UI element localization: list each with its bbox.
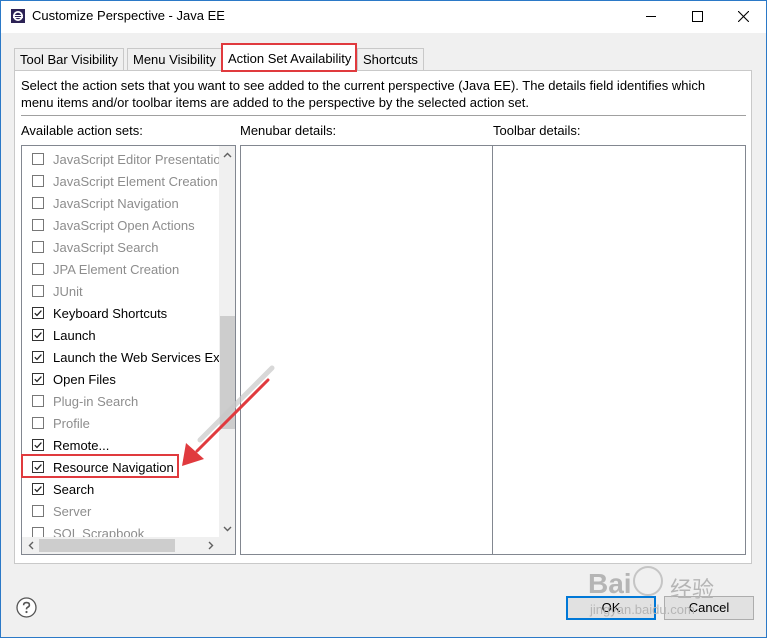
scroll-up-icon[interactable]: [219, 146, 235, 163]
action-set-label: JavaScript Navigation: [53, 195, 179, 211]
action-set-label: Plug-in Search: [53, 393, 139, 409]
action-set-item[interactable]: Plug-in Search: [22, 390, 219, 412]
scroll-right-icon[interactable]: [202, 537, 219, 554]
maximize-icon: [691, 11, 703, 22]
checkbox-unchecked-icon[interactable]: [32, 219, 44, 231]
description-line-2: menu items and/or toolbar items are adde…: [21, 95, 530, 110]
action-set-item[interactable]: Keyboard Shortcuts: [22, 302, 219, 324]
action-set-label: JavaScript Editor Presentation: [53, 151, 219, 167]
checkbox-unchecked-icon[interactable]: [32, 505, 44, 517]
action-set-label: Launch the Web Services Explorer: [53, 349, 219, 365]
minimize-icon: [645, 16, 656, 17]
close-button[interactable]: [720, 1, 766, 32]
checkbox-unchecked-icon[interactable]: [32, 263, 44, 275]
checkbox-unchecked-icon[interactable]: [32, 197, 44, 209]
separator: [21, 115, 746, 116]
minimize-button[interactable]: [628, 1, 674, 32]
action-set-item[interactable]: Remote...: [22, 434, 219, 456]
action-set-label: JavaScript Open Actions: [53, 217, 195, 233]
action-set-item[interactable]: JUnit: [22, 280, 219, 302]
action-set-item[interactable]: JavaScript Search: [22, 236, 219, 258]
eclipse-app-icon: [11, 9, 25, 23]
horizontal-scroll-thumb[interactable]: [39, 539, 175, 552]
action-set-item[interactable]: Resource Navigation: [22, 456, 219, 478]
vertical-scrollbar[interactable]: [219, 146, 235, 537]
window-title: Customize Perspective - Java EE: [32, 8, 225, 23]
description-text: Select the action sets that you want to …: [21, 77, 743, 111]
scroll-down-icon[interactable]: [219, 520, 235, 537]
checkbox-unchecked-icon[interactable]: [32, 153, 44, 165]
vertical-scroll-thumb[interactable]: [220, 316, 235, 429]
description-line-1: Select the action sets that you want to …: [21, 78, 706, 93]
checkbox-unchecked-icon[interactable]: [32, 417, 44, 429]
cancel-button[interactable]: Cancel: [664, 596, 754, 620]
tab-action-set-availability[interactable]: Action Set Availability: [222, 44, 358, 72]
tab-tool-bar-visibility[interactable]: Tool Bar Visibility: [14, 48, 125, 71]
tab-menu-visibility[interactable]: Menu Visibility: [127, 48, 222, 71]
checkbox-unchecked-icon[interactable]: [32, 285, 44, 297]
action-set-label: JavaScript Element Creation: [53, 173, 218, 189]
action-set-label: JPA Element Creation: [53, 261, 180, 277]
action-set-item[interactable]: JPA Element Creation: [22, 258, 219, 280]
action-set-label: Keyboard Shortcuts: [53, 305, 168, 321]
action-set-item[interactable]: Open Files: [22, 368, 219, 390]
checkbox-checked-icon[interactable]: [32, 307, 44, 319]
ok-button[interactable]: OK: [566, 596, 656, 620]
toolbar-details-label: Toolbar details:: [493, 123, 581, 138]
horizontal-scrollbar[interactable]: [22, 537, 219, 554]
action-set-label: Resource Navigation: [53, 459, 174, 475]
action-set-label: Server: [53, 503, 92, 519]
available-action-sets-label: Available action sets:: [21, 123, 143, 138]
checkbox-unchecked-icon[interactable]: [32, 241, 44, 253]
action-set-item[interactable]: Server: [22, 500, 219, 522]
action-set-item[interactable]: JavaScript Navigation: [22, 192, 219, 214]
action-set-item[interactable]: JavaScript Element Creation: [22, 170, 219, 192]
checkbox-checked-icon[interactable]: [32, 461, 44, 473]
checkbox-checked-icon[interactable]: [32, 439, 44, 451]
action-set-item[interactable]: Profile: [22, 412, 219, 434]
action-sets-list[interactable]: JavaScript Editor Presentation JavaScript…: [21, 145, 236, 555]
action-set-label: Profile: [53, 415, 90, 431]
tab-shortcuts[interactable]: Shortcuts: [357, 48, 424, 71]
title-bar[interactable]: Customize Perspective - Java EE: [1, 1, 766, 33]
checkbox-checked-icon[interactable]: [32, 373, 44, 385]
action-set-label: JUnit: [53, 283, 83, 299]
action-set-label: Launch: [53, 327, 96, 343]
action-set-label: Open Files: [53, 371, 116, 387]
checkbox-checked-icon[interactable]: [32, 329, 44, 341]
action-set-item[interactable]: JavaScript Editor Presentation: [22, 148, 219, 170]
action-set-item[interactable]: Launch the Web Services Explorer: [22, 346, 219, 368]
menubar-details-panel: [240, 145, 493, 555]
action-set-label: Remote...: [53, 437, 110, 453]
toolbar-details-panel: [492, 145, 746, 555]
maximize-button[interactable]: [674, 1, 720, 32]
action-set-label: JavaScript Search: [53, 239, 159, 255]
action-set-item[interactable]: Search: [22, 478, 219, 500]
action-set-item[interactable]: JavaScript Open Actions: [22, 214, 219, 236]
help-icon[interactable]: [16, 597, 37, 618]
scroll-corner: [219, 537, 235, 554]
action-set-item[interactable]: Launch: [22, 324, 219, 346]
action-set-label: Search: [53, 481, 95, 497]
menubar-details-label: Menubar details:: [240, 123, 337, 138]
checkbox-unchecked-icon[interactable]: [32, 395, 44, 407]
checkbox-unchecked-icon[interactable]: [32, 175, 44, 187]
checkbox-checked-icon[interactable]: [32, 483, 44, 495]
scroll-left-icon[interactable]: [22, 537, 39, 554]
checkbox-checked-icon[interactable]: [32, 351, 44, 363]
close-icon: [737, 11, 749, 22]
